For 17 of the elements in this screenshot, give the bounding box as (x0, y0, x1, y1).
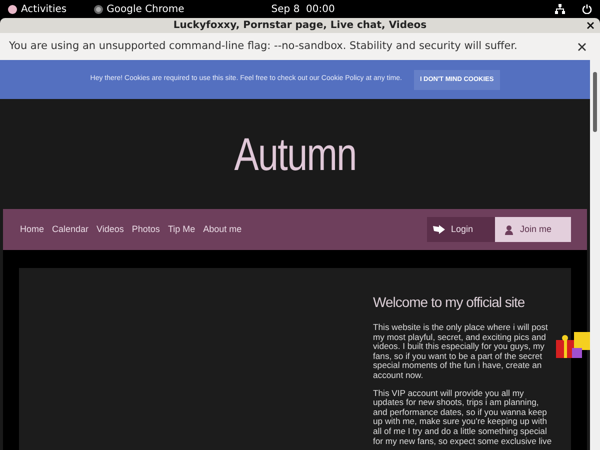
activities-label[interactable]: Activities (21, 2, 67, 16)
nav-link[interactable]: About me (203, 222, 242, 236)
clock[interactable]: Sep 8 00:00 (271, 2, 335, 16)
paragraph: This website is the only place where i will post my most playful, secret, and exciting pics and videos. I built this especially for you guys, my fans, so if you want to be a part of the secret special moments of the fun i have, create an account now. (373, 323, 549, 381)
nav-link[interactable]: Calendar (52, 222, 89, 236)
window-title: Luckyfoxxy, Pornstar page, Live chat, Videos (173, 19, 427, 33)
site-title: Autumn (234, 126, 356, 182)
join-button[interactable]: Join me (495, 217, 571, 242)
login-button[interactable]: Login (427, 217, 495, 242)
infobar-message: You are using an unsupported command-line flag: --no-sandbox. Stability and security will suffer. (9, 38, 518, 54)
paragraph: This VIP account will provide you all my updates for new shoots, trips i am planning, and performance dates, so if you wanna keep up with me, make sure you're keeping up with all of me I try and do a little something special for my new fans, so expect some exclusive live (373, 388, 553, 446)
app-label[interactable]: Google Chrome (106, 2, 184, 16)
welcome-heading: Welcome to my official site (373, 293, 526, 312)
nav-link[interactable]: Photos (132, 222, 160, 236)
nav-link[interactable]: Tip Me (168, 222, 196, 236)
nav-link[interactable]: Home (20, 222, 44, 236)
nav-link[interactable]: Videos (96, 222, 124, 236)
